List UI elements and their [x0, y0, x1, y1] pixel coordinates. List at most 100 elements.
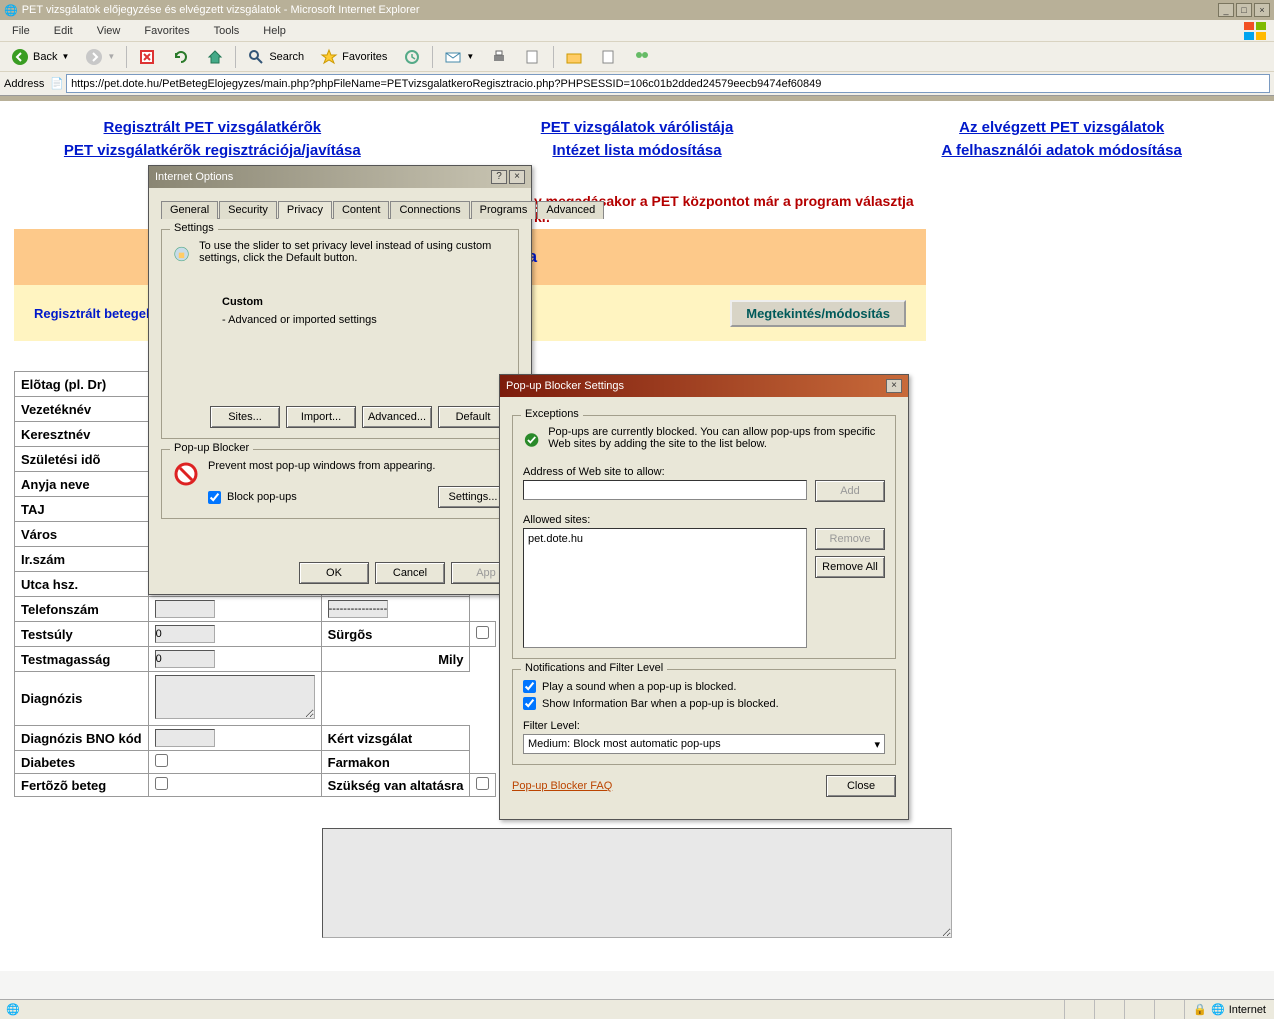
pb-site-item[interactable]: pet.dote.hu [528, 533, 802, 545]
input-diagbno[interactable] [155, 729, 215, 747]
menu-help[interactable]: Help [257, 23, 292, 39]
address-input[interactable] [66, 74, 1270, 93]
tab-general[interactable]: General [161, 201, 218, 219]
input-testsuly[interactable] [155, 625, 215, 643]
label-altatas: Szükség van altatásra [321, 774, 470, 797]
back-button[interactable]: Back ▼ [4, 45, 76, 69]
tab-advanced[interactable]: Advanced [537, 201, 604, 219]
label-sound: Play a sound when a pop-up is blocked. [542, 681, 736, 693]
io-sites-button[interactable]: Sites... [210, 406, 280, 428]
io-default-button[interactable]: Default [438, 406, 508, 428]
refresh-button[interactable] [165, 45, 197, 69]
discuss-button[interactable] [558, 45, 590, 69]
pb-exceptions-legend: Exceptions [521, 408, 583, 420]
internet-zone-icon: 🌐 [1211, 1003, 1225, 1016]
io-advanced-button[interactable]: Advanced... [362, 406, 432, 428]
label-fertozo: Fertõzõ beteg [15, 774, 149, 797]
tab-security[interactable]: Security [219, 201, 277, 219]
chevron-down-icon: ▼ [107, 52, 115, 61]
checkbox-fertozo[interactable] [155, 777, 168, 790]
link-elvegzett[interactable]: Az elvégzett PET vizsgálatok [849, 119, 1274, 136]
link-reg-javitas[interactable]: PET vizsgálatkérõk regisztrációja/javítá… [0, 142, 425, 159]
link-felhasznalo[interactable]: A felhasználói adatok módosítása [849, 142, 1274, 159]
io-cancel-button[interactable]: Cancel [375, 562, 445, 584]
tab-programs[interactable]: Programs [471, 201, 537, 219]
link-intezet[interactable]: Intézet lista módosítása [425, 142, 850, 159]
io-help-button[interactable]: ? [491, 170, 507, 184]
label-surgos: Sürgõs [321, 622, 470, 647]
stop-button[interactable] [131, 45, 163, 69]
input-diag[interactable] [155, 675, 315, 719]
lock-icon: 🔒 [1193, 1003, 1207, 1016]
messenger-button[interactable] [626, 45, 658, 69]
label-varos: Város [15, 522, 149, 547]
io-ok-button[interactable]: OK [299, 562, 369, 584]
checkbox-sound[interactable] [523, 680, 536, 693]
search-icon [247, 48, 265, 66]
menu-edit[interactable]: Edit [48, 23, 79, 39]
pb-removeall-button[interactable]: Remove All [815, 556, 885, 578]
label-irszam: Ir.szám [15, 547, 149, 572]
checkbox-infobar[interactable] [523, 697, 536, 710]
research-button[interactable] [592, 45, 624, 69]
pb-allowed-list[interactable]: pet.dote.hu [523, 528, 807, 648]
history-button[interactable] [396, 45, 428, 69]
edit-button[interactable] [517, 45, 549, 69]
tab-privacy[interactable]: Privacy [278, 201, 332, 219]
chevron-down-icon: ▾ [874, 738, 880, 751]
input-telefon[interactable] [155, 600, 215, 618]
search-button[interactable]: Search [240, 45, 311, 69]
link-reg-vizsgalatkerok[interactable]: Regisztrált PET vizsgálatkérõk [0, 119, 425, 136]
menu-tools[interactable]: Tools [208, 23, 246, 39]
io-settings-group: Settings To use the slider to set privac… [161, 229, 519, 439]
close-button[interactable]: × [1254, 3, 1270, 17]
input-testmag[interactable] [155, 650, 215, 668]
checkbox-diabetes[interactable] [155, 754, 168, 767]
pb-remove-button[interactable]: Remove [815, 528, 885, 550]
anamn-textarea[interactable] [322, 828, 952, 938]
pb-close-button[interactable]: Close [826, 775, 896, 797]
checkbox-altatas[interactable] [476, 777, 489, 790]
tab-connections[interactable]: Connections [390, 201, 469, 219]
star-icon [320, 48, 338, 66]
minimize-button[interactable]: _ [1218, 3, 1234, 17]
pb-filter-select[interactable]: Medium: Block most automatic pop-ups ▾ [523, 734, 885, 754]
favorites-button[interactable]: Favorites [313, 45, 394, 69]
io-close-button[interactable]: × [509, 170, 525, 184]
stop-icon [138, 48, 156, 66]
toolbar: Back ▼ ▼ Search Favorites ▼ [0, 42, 1274, 72]
checkbox-surgos[interactable] [476, 626, 489, 639]
refresh-icon [172, 48, 190, 66]
label-elotag: Elõtag (pl. Dr) [15, 372, 149, 397]
link-varolista[interactable]: PET vizsgálatok várólistája [425, 119, 850, 136]
io-custom-text: - Advanced or imported settings [222, 314, 508, 326]
label-telefon: Telefonszám [15, 597, 149, 622]
print-button[interactable] [483, 45, 515, 69]
io-import-button[interactable]: Import... [286, 406, 356, 428]
menu-favorites[interactable]: Favorites [138, 23, 195, 39]
blocker-icon [172, 460, 200, 488]
maximize-button[interactable]: □ [1236, 3, 1252, 17]
pb-allowed-label: Allowed sites: [523, 514, 885, 526]
io-settings-text: To use the slider to set privacy level i… [199, 240, 508, 268]
back-icon [11, 48, 29, 66]
home-button[interactable] [199, 45, 231, 69]
io-popup-group: Pop-up Blocker Prevent most pop-up windo… [161, 449, 519, 519]
menu-view[interactable]: View [91, 23, 127, 39]
pb-add-button[interactable]: Add [815, 480, 885, 502]
mail-button[interactable]: ▼ [437, 45, 481, 69]
label-infobar: Show Information Bar when a pop-up is bl… [542, 698, 779, 710]
pb-addr-input[interactable] [523, 480, 807, 500]
input-petcenter[interactable] [328, 600, 388, 618]
megtekintes-button[interactable]: Megtekintés/módosítás [730, 300, 906, 327]
io-settings-button[interactable]: Settings... [438, 486, 508, 508]
checkbox-blockpops[interactable] [208, 491, 221, 504]
pb-close-x[interactable]: × [886, 379, 902, 393]
forward-button[interactable]: ▼ [78, 45, 122, 69]
menu-file[interactable]: File [6, 23, 36, 39]
io-popup-legend: Pop-up Blocker [170, 442, 253, 454]
pb-faq-link[interactable]: Pop-up Blocker FAQ [512, 780, 612, 792]
popup-blocker-dialog: Pop-up Blocker Settings × Exceptions Pop… [499, 374, 909, 820]
clipboard-icon [599, 48, 617, 66]
tab-content[interactable]: Content [333, 201, 390, 219]
